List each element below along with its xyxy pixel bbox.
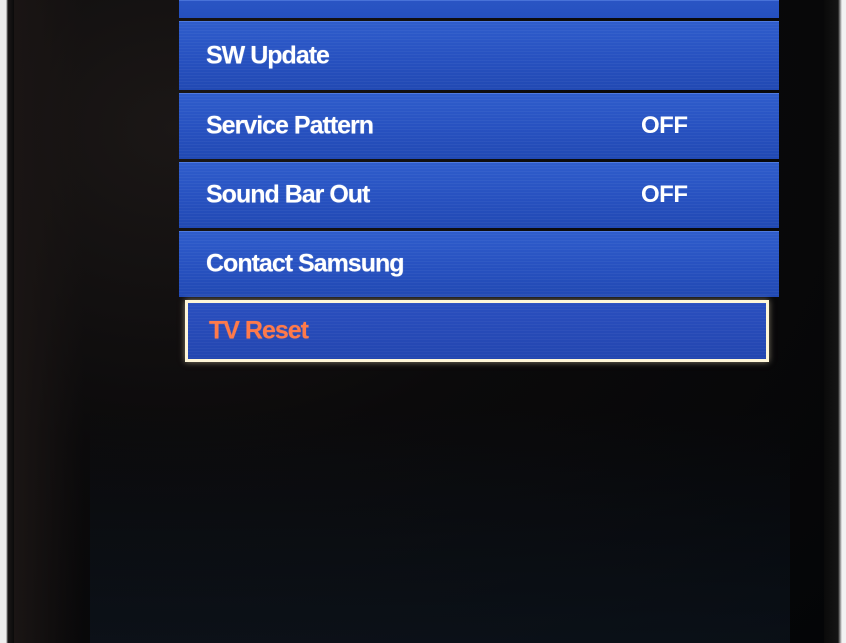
menu-item-tv-reset[interactable]: TV Reset — [185, 300, 769, 362]
tv-bezel-left — [0, 0, 14, 643]
sound-bar-out-value: OFF — [641, 181, 688, 208]
service-pattern-value: OFF — [641, 112, 688, 139]
screen-glare — [90, 410, 790, 643]
menu-item-service-pattern[interactable]: Service Pattern OFF — [179, 93, 779, 159]
screen-shade — [14, 0, 84, 643]
menu-item-sw-update[interactable]: SW Update — [179, 21, 779, 90]
menu-item-label: Contact Samsung — [206, 249, 405, 278]
tv-bezel-right — [824, 0, 846, 643]
support-menu: SW Update Service Pattern OFF Sound Bar … — [179, 0, 779, 365]
menu-item-label: Service Pattern — [206, 111, 374, 140]
menu-item-sound-bar-out[interactable]: Sound Bar Out OFF — [179, 162, 779, 228]
menu-item-label: SW Update — [206, 41, 330, 69]
menu-item-contact-samsung[interactable]: Contact Samsung — [179, 231, 779, 297]
menu-item-above[interactable] — [179, 0, 779, 18]
menu-item-label-selected: TV Reset — [209, 316, 309, 345]
menu-item-label: Sound Bar Out — [206, 180, 370, 209]
